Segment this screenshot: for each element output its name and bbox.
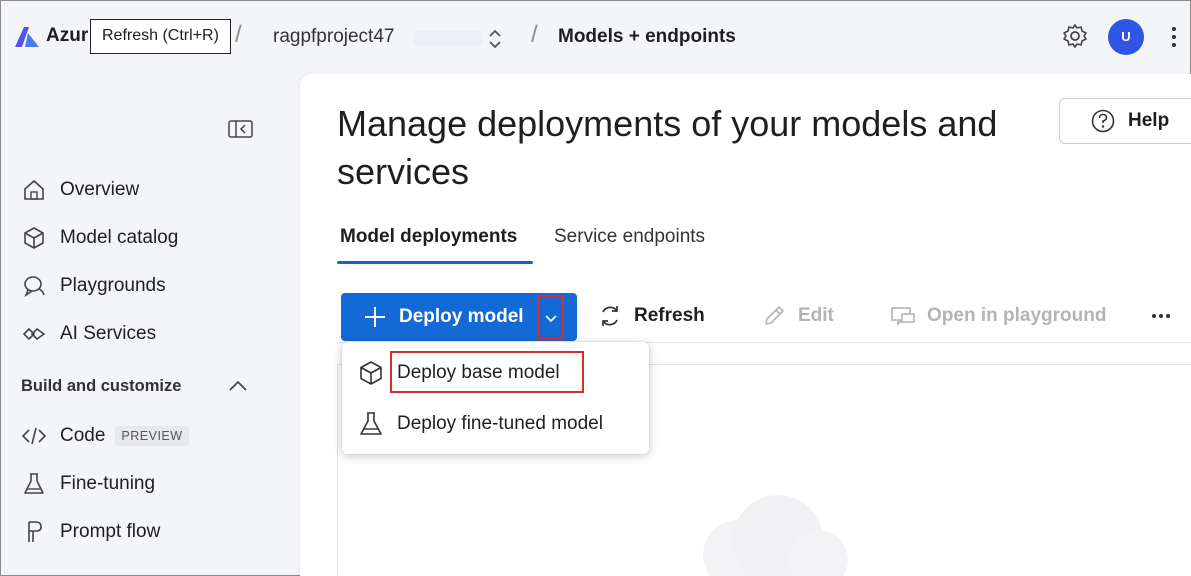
- sidebar-item-label: Model catalog: [60, 227, 179, 248]
- deploy-dropdown-toggle[interactable]: [537, 295, 564, 340]
- more-vertical-icon[interactable]: [1167, 21, 1181, 53]
- chevron-down-icon: [544, 314, 557, 322]
- sidebar-item-overview[interactable]: Overview: [21, 175, 139, 205]
- breadcrumb-separator: /: [531, 21, 538, 48]
- sidebar-item-label: Prompt flow: [60, 521, 161, 542]
- chat-icon: [21, 273, 47, 299]
- menu-item-label: Deploy fine-tuned model: [397, 413, 603, 434]
- tab-model-deployments[interactable]: Model deployments: [340, 226, 517, 248]
- more-horizontal-icon[interactable]: [1150, 309, 1172, 323]
- sidebar-item-code[interactable]: Code PREVIEW: [21, 421, 189, 451]
- page-title: Manage deployments of your models and se…: [337, 103, 998, 192]
- page-breadcrumb[interactable]: Models + endpoints: [558, 26, 736, 48]
- brand-name[interactable]: Azur: [46, 25, 88, 47]
- highlight-annotation: [390, 351, 584, 393]
- refresh-label: Refresh: [634, 305, 705, 326]
- tab-service-endpoints[interactable]: Service endpoints: [554, 226, 705, 248]
- sidebar-item-label: Overview: [60, 179, 140, 200]
- azure-logo-icon[interactable]: [15, 27, 39, 47]
- refresh-button[interactable]: Refresh: [597, 303, 705, 329]
- active-tab-indicator: [337, 261, 533, 264]
- playground-icon: [890, 303, 916, 329]
- open-in-playground-button[interactable]: Open in playground: [890, 303, 1106, 329]
- plus-icon: [363, 305, 387, 329]
- help-label: Help: [1128, 110, 1170, 131]
- project-selector[interactable]: ragpfproject47: [273, 26, 394, 48]
- flow-icon: [21, 519, 47, 545]
- refresh-tooltip: Refresh (Ctrl+R): [90, 19, 231, 54]
- deploy-model-label: Deploy model: [399, 306, 524, 327]
- flask-icon: [21, 471, 47, 497]
- open-in-playground-label: Open in playground: [927, 305, 1107, 326]
- chevron-up-icon[interactable]: [227, 377, 249, 395]
- sidebar-item-label: Fine-tuning: [60, 473, 156, 494]
- main-panel: Manage deployments of your models and se…: [300, 74, 1191, 576]
- avatar[interactable]: U: [1108, 19, 1144, 55]
- flask-icon: [357, 410, 385, 438]
- sidebar-item-prompt-flow[interactable]: Prompt flow: [21, 517, 160, 547]
- top-bar: Azur Refresh (Ctrl+R) / ragpfproject47 /…: [1, 1, 1191, 73]
- menu-item-deploy-fine-tuned-model[interactable]: Deploy fine-tuned model: [357, 407, 603, 441]
- sidebar-item-ai-services[interactable]: AI Services: [21, 319, 156, 349]
- sidebar-item-label: AI Services: [60, 323, 157, 344]
- sidebar-item-model-catalog[interactable]: Model catalog: [21, 223, 178, 253]
- home-icon: [21, 177, 47, 203]
- chevron-up-down-icon[interactable]: [486, 28, 504, 50]
- redacted-project-suffix: [413, 31, 483, 45]
- collapse-sidebar-icon[interactable]: [228, 119, 253, 139]
- deploy-model-button[interactable]: Deploy model: [341, 293, 577, 341]
- sidebar-item-fine-tuning[interactable]: Fine-tuning: [21, 469, 155, 499]
- section-heading-build: Build and customize: [21, 377, 182, 395]
- help-circle-icon: [1090, 108, 1116, 134]
- link-icon: [21, 321, 47, 347]
- preview-badge: PREVIEW: [115, 426, 189, 446]
- cloud-illustration-icon: [668, 485, 868, 576]
- sidebar-item-playgrounds[interactable]: Playgrounds: [21, 271, 166, 301]
- code-icon: [21, 423, 47, 449]
- help-button[interactable]: Help: [1059, 98, 1191, 144]
- sidebar-item-label: Playgrounds: [60, 275, 166, 296]
- gear-icon[interactable]: [1062, 23, 1088, 49]
- cube-icon: [357, 359, 385, 387]
- sidebar: Overview Model catalog Playgrounds AI Se…: [1, 73, 299, 576]
- cube-icon: [21, 225, 47, 251]
- edit-label: Edit: [798, 305, 834, 326]
- refresh-icon: [597, 303, 623, 329]
- edit-button[interactable]: Edit: [761, 303, 834, 329]
- sidebar-item-label: Code: [60, 425, 106, 446]
- pencil-icon: [761, 303, 787, 329]
- breadcrumb-separator: /: [235, 21, 242, 48]
- toolbar: Deploy model Refresh Edit Open in playgr…: [337, 289, 1191, 343]
